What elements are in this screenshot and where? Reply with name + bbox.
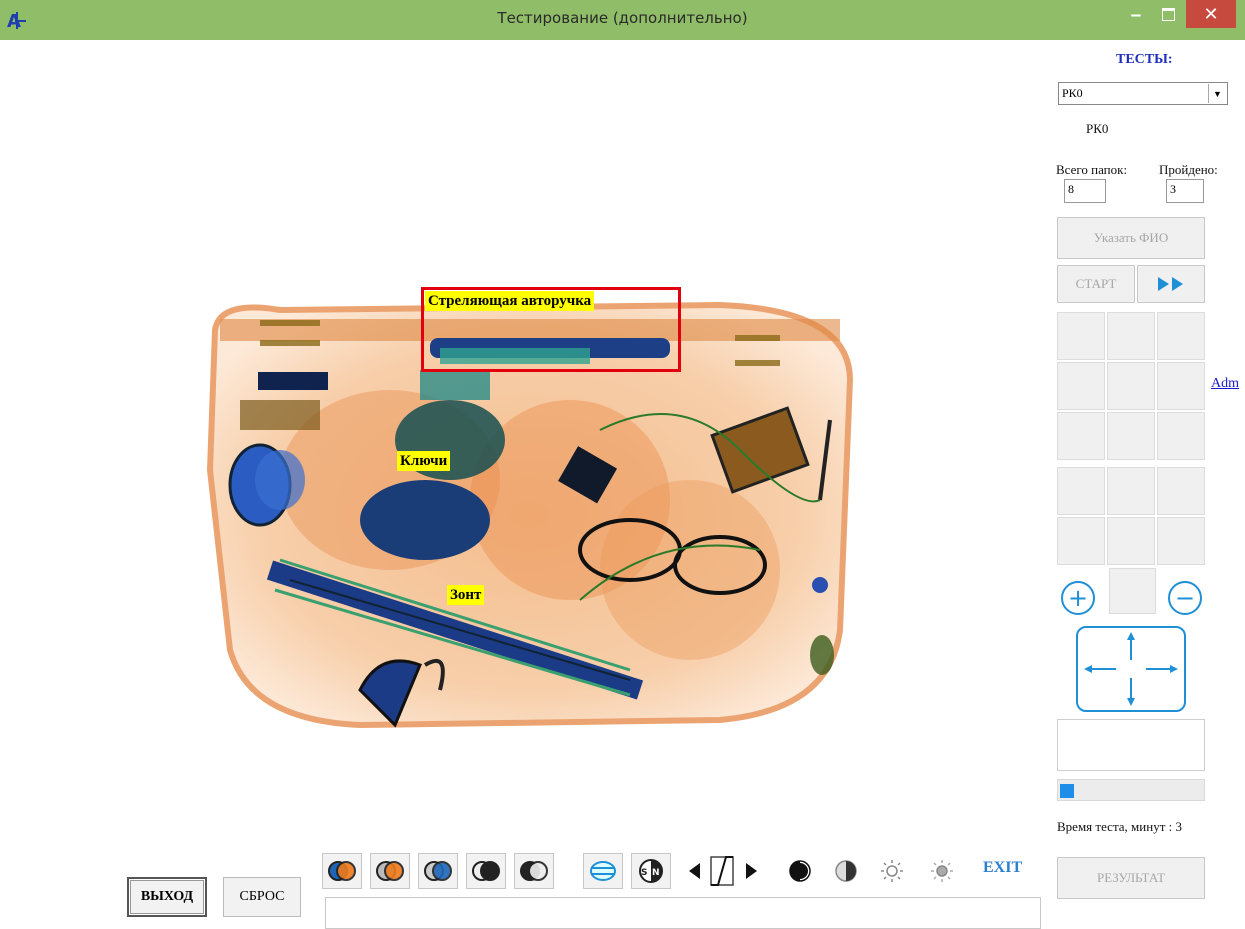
fast-forward-icon — [1158, 277, 1183, 291]
maximize-icon — [1161, 7, 1175, 21]
color-mode-3-button[interactable] — [418, 853, 458, 889]
contrast-high-icon — [789, 860, 811, 882]
color-mode-5-button[interactable] — [514, 853, 554, 889]
color-mode-5-icon — [520, 861, 548, 881]
grid-cell[interactable] — [1157, 467, 1205, 515]
next-button[interactable] — [1137, 265, 1205, 303]
brightness-up-button[interactable] — [878, 853, 906, 889]
brightness-down-icon — [931, 860, 953, 882]
total-folders-label: Всего папок: — [1056, 162, 1128, 177]
color-mode-3-icon — [424, 861, 452, 881]
four-way-arrows-icon — [1084, 632, 1178, 706]
test-name: РК0 — [1086, 121, 1109, 136]
color-mode-1-icon — [328, 861, 356, 881]
folder-grid-bottom — [1057, 467, 1205, 565]
label-pen: Стреляющая авторучка — [425, 291, 595, 311]
gamma-curve-icon — [710, 856, 734, 886]
start-button[interactable]: СТАРТ — [1057, 265, 1135, 303]
color-mode-4-icon — [472, 861, 500, 881]
result-button[interactable]: РЕЗУЛЬТАТ — [1057, 857, 1205, 899]
label-umbrella: Зонт — [447, 585, 485, 605]
maximize-button[interactable] — [1152, 0, 1184, 28]
contrast-low-button[interactable] — [832, 853, 860, 889]
exit-button[interactable]: ВЫХОД — [127, 877, 207, 917]
contrast-prev-icon — [689, 863, 700, 879]
dropdown-arrow-icon[interactable]: ▼ — [1208, 84, 1226, 103]
color-mode-1-button[interactable] — [322, 853, 362, 889]
zoom-out-button[interactable]: − — [1168, 581, 1202, 615]
grid-cell[interactable] — [1057, 517, 1105, 565]
grid-cell[interactable] — [1057, 362, 1105, 410]
contrast-next-icon — [746, 863, 757, 879]
test-progress-bar — [1057, 779, 1205, 801]
test-select-value: РК0 — [1062, 86, 1083, 100]
grid-cell[interactable] — [1057, 312, 1105, 360]
reset-button[interactable]: СБРОС — [223, 877, 301, 917]
contrast-high-button[interactable] — [786, 853, 814, 889]
folder-grid-top — [1057, 312, 1205, 460]
adm-link[interactable]: Adm — [1211, 376, 1239, 392]
grid-cell[interactable] — [1157, 312, 1205, 360]
total-folders-field[interactable]: 8 — [1064, 179, 1106, 203]
tests-title: ТЕСТЫ: — [1116, 52, 1173, 67]
gamma-curve-button[interactable] — [706, 853, 738, 889]
svg-text:N: N — [652, 868, 660, 878]
test-select[interactable]: РК0 ▼ — [1058, 82, 1228, 105]
contrast-low-icon — [835, 860, 857, 882]
contrast-prev-button[interactable] — [686, 853, 704, 889]
contrast-next-button[interactable] — [742, 853, 760, 889]
color-mode-2-icon — [376, 861, 404, 881]
sen-icon: S N — [639, 859, 663, 883]
grid-cell[interactable] — [1157, 517, 1205, 565]
pan-control[interactable] — [1076, 626, 1186, 712]
close-button[interactable]: ✕ — [1186, 0, 1236, 28]
material-filter-icon — [590, 861, 616, 881]
brightness-up-icon — [881, 860, 903, 882]
title-bar: A Тестирование (дополнительно) ‒ ✕ — [0, 0, 1245, 40]
passed-field[interactable]: 3 — [1166, 179, 1204, 203]
passed-label: Пройдено: — [1159, 162, 1218, 177]
brightness-down-button[interactable] — [928, 853, 956, 889]
grid-cell[interactable] — [1057, 412, 1105, 460]
sen-button[interactable]: S N — [631, 853, 671, 889]
progress-fill — [1060, 784, 1074, 798]
grid-cell[interactable] — [1107, 362, 1155, 410]
specify-name-button[interactable]: Указать ФИО — [1057, 217, 1205, 259]
svg-text:S: S — [641, 868, 647, 878]
grid-cell[interactable] — [1107, 467, 1155, 515]
message-field[interactable] — [325, 897, 1041, 929]
plus-icon: + — [1067, 584, 1089, 612]
grid-cell[interactable] — [1057, 467, 1105, 515]
info-box — [1057, 719, 1205, 771]
window-title: Тестирование (дополнительно) — [497, 9, 748, 27]
minimize-button[interactable]: ‒ — [1120, 0, 1152, 28]
label-keys: Ключи — [397, 451, 451, 471]
zoom-in-button[interactable]: + — [1061, 581, 1095, 615]
grid-cell[interactable] — [1107, 412, 1155, 460]
color-mode-4-button[interactable] — [466, 853, 506, 889]
minus-icon: − — [1174, 584, 1196, 612]
color-mode-2-button[interactable] — [370, 853, 410, 889]
grid-cell[interactable] — [1157, 362, 1205, 410]
grid-cell[interactable] — [1157, 412, 1205, 460]
material-filter-button[interactable] — [583, 853, 623, 889]
test-time-label: Время теста, минут : 3 — [1057, 819, 1182, 834]
zoom-reset-button[interactable] — [1109, 568, 1156, 614]
exit-link[interactable]: EXIT — [983, 859, 1022, 877]
grid-cell[interactable] — [1107, 517, 1155, 565]
grid-cell[interactable] — [1107, 312, 1155, 360]
